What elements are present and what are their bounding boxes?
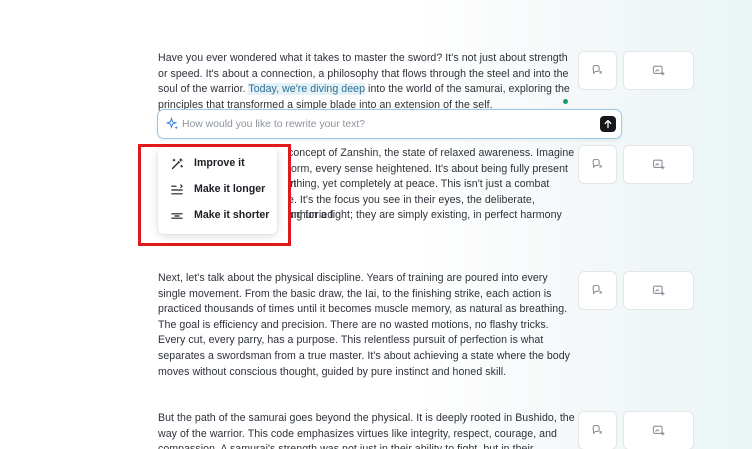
comment-button[interactable] [578,145,617,184]
image-add-icon [652,159,665,170]
arrow-up-icon [604,119,612,129]
insert-image-button[interactable] [623,145,694,184]
paragraph-4[interactable]: But the path of the samurai goes beyond … [158,411,578,449]
quote-bubble-icon [592,424,602,435]
image-add-icon [652,425,665,436]
sparkle-icon [166,117,178,130]
highlighted-text[interactable]: Today, we're diving deep [248,83,366,96]
paragraph-2-line: ything, yet completely at peace. This is… [288,178,550,191]
highlight-annotation-box [138,144,291,246]
status-dot [563,99,568,104]
quote-bubble-icon [592,158,602,169]
insert-image-button[interactable] [623,271,694,310]
quote-bubble-icon [592,64,602,75]
rewrite-prompt-bar [157,109,622,139]
comment-button[interactable] [578,411,617,449]
quote-bubble-icon [592,284,602,295]
paragraph-2-line: ing for a fight; they are simply existin… [288,209,562,222]
rewrite-prompt-input[interactable] [182,110,582,138]
send-button[interactable] [600,116,616,132]
insert-image-button[interactable] [623,411,694,449]
image-add-icon [652,65,665,76]
insert-image-button[interactable] [623,51,694,90]
paragraph-1[interactable]: Have you ever wondered what it takes to … [158,51,578,113]
image-add-icon [652,285,665,296]
paragraph-3[interactable]: Next, let's talk about the physical disc… [158,271,578,380]
paragraph-2-line: concept of Zanshin, the state of relaxed… [288,147,575,159]
comment-button[interactable] [578,51,617,90]
comment-button[interactable] [578,271,617,310]
